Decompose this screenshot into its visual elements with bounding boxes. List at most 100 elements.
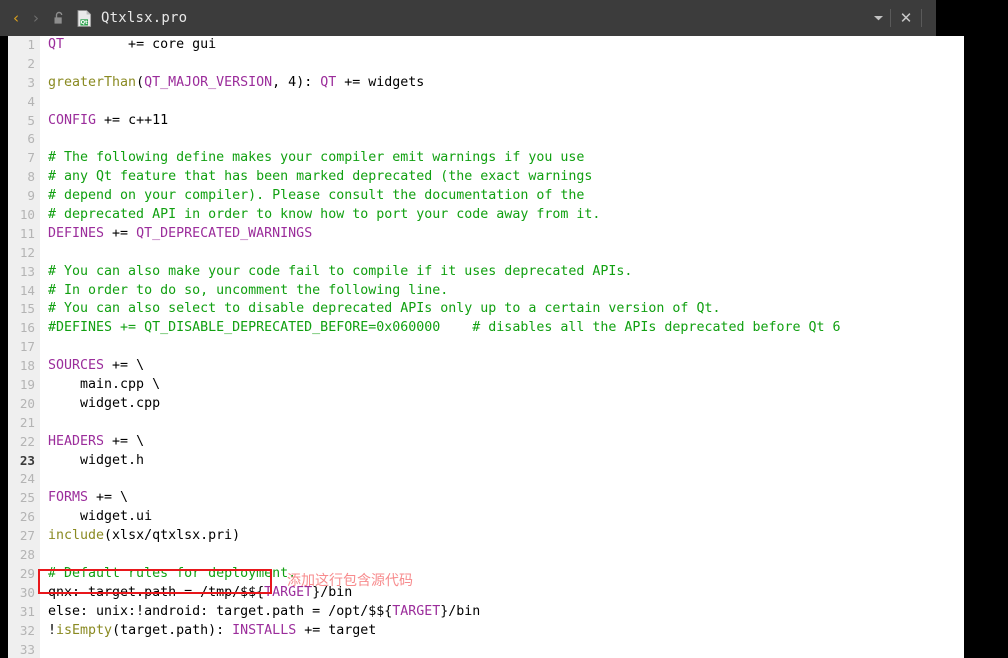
code-token: += widgets: [336, 74, 425, 90]
line-number: 14: [19, 282, 35, 298]
chevron-left-icon[interactable]: ‹: [6, 7, 26, 29]
code-line-text: # any Qt feature that has been marked de…: [48, 168, 592, 187]
code-line-text: HEADERS += \: [48, 433, 144, 452]
title-bar-spacer: [922, 0, 936, 36]
code-token: +=: [104, 225, 137, 241]
code-line[interactable]: 3 greaterThan(QT_MAJOR_VERSION, 4): QT +=…: [0, 74, 964, 93]
code-token: TARGET: [392, 603, 441, 619]
code-line-text: FORMS += \: [48, 489, 128, 508]
code-token: DEFINES: [48, 225, 105, 241]
line-number: 25: [19, 490, 35, 506]
code-line[interactable]: 31 else: unix:!android: target.path = /op…: [0, 603, 964, 622]
code-line[interactable]: 11 DEFINES += QT_DEPRECATED_WARNINGS: [0, 225, 964, 244]
line-number: 26: [19, 509, 35, 525]
code-token: (target.path):: [112, 622, 233, 638]
code-line[interactable]: 25 FORMS += \: [0, 489, 964, 508]
code-line[interactable]: 6: [0, 130, 964, 149]
code-line-text: SOURCES += \: [48, 357, 144, 376]
line-number: 5: [27, 112, 35, 128]
open-file-name: Qtxlsx.pro: [101, 10, 188, 26]
line-number: 32: [19, 622, 35, 638]
code-line[interactable]: 29 # Default rules for deployment.: [0, 565, 964, 584]
code-line-text: QT += core gui: [48, 36, 216, 55]
code-line[interactable]: 8 # any Qt feature that has been marked d…: [0, 168, 964, 187]
code-token: # any Qt feature that has been marked de…: [48, 169, 593, 185]
code-line[interactable]: 15 # You can also select to disable depre…: [0, 300, 964, 319]
code-line[interactable]: 7 # The following define makes your compi…: [0, 149, 964, 168]
code-token: CONFIG: [48, 112, 97, 128]
line-number: 1: [27, 37, 35, 52]
code-line[interactable]: 23 widget.h: [0, 452, 964, 471]
code-line-text: # deprecated API in order to know how to…: [48, 206, 600, 225]
code-line-text: include(xlsx/qtxlsx.pri): [48, 527, 240, 546]
line-number: 17: [19, 339, 35, 355]
code-token: # You can also select to disable depreca…: [48, 301, 721, 317]
code-line[interactable]: 22 HEADERS += \: [0, 433, 964, 452]
code-line[interactable]: 12: [0, 244, 964, 263]
code-line-text: greaterThan(QT_MAJOR_VERSION, 4): QT += …: [48, 74, 424, 93]
line-number: 23: [19, 452, 35, 468]
code-line[interactable]: 32 !isEmpty(target.path): INSTALLS += tar…: [0, 622, 964, 641]
code-editor-area[interactable]: 1 QT += core gui 2 3 greaterThan(QT_MAJOR_VE…: [0, 36, 964, 658]
code-line-text: #DEFINES += QT_DISABLE_DEPRECATED_BEFORE…: [48, 319, 841, 338]
code-line[interactable]: 18 SOURCES += \: [0, 357, 964, 376]
code-token: include: [48, 528, 105, 544]
code-token: widget.ui: [48, 509, 153, 525]
line-number: 22: [19, 433, 35, 449]
line-number: 20: [19, 395, 35, 411]
code-line[interactable]: 24: [0, 470, 964, 489]
line-number: 33: [19, 641, 35, 657]
svg-text:Qt: Qt: [80, 20, 88, 26]
code-line-text: # The following define makes your compil…: [48, 149, 584, 168]
qt-project-file-icon: Qt: [74, 7, 94, 29]
code-token: += \: [104, 358, 145, 374]
code-line[interactable]: 28: [0, 546, 964, 565]
code-token: widget.h: [48, 452, 145, 468]
editor-title-bar: ‹ › Qt Qtxlsx.pro ✕: [0, 0, 936, 36]
code-line-text: widget.ui: [48, 508, 152, 527]
code-line[interactable]: 1 QT += core gui: [0, 36, 964, 55]
code-token: INSTALLS: [232, 622, 297, 638]
title-bar-actions: ✕: [866, 0, 936, 36]
line-number: 16: [19, 320, 35, 336]
code-line[interactable]: 4: [0, 93, 964, 112]
code-token: else: unix:!android: target.path = /opt/…: [48, 603, 393, 619]
code-line[interactable]: 13 # You can also make your code fail to …: [0, 263, 964, 282]
close-x-icon[interactable]: ✕: [891, 0, 921, 36]
unlocked-padlock-icon[interactable]: [48, 7, 70, 29]
code-line-text: # depend on your compiler). Please consu…: [48, 187, 584, 206]
code-line[interactable]: 20 widget.cpp: [0, 395, 964, 414]
code-line[interactable]: 27 include(xlsx/qtxlsx.pri): [0, 527, 964, 546]
code-text-region[interactable]: 1 QT += core gui 2 3 greaterThan(QT_MAJOR_VE…: [0, 36, 964, 658]
code-token: += core gui: [64, 37, 217, 52]
code-line-text: else: unix:!android: target.path = /opt/…: [48, 603, 480, 622]
code-line[interactable]: 19 main.cpp \: [0, 376, 964, 395]
code-token: greaterThan: [48, 74, 137, 90]
code-token: QT_DEPRECATED_WARNINGS: [136, 225, 313, 241]
code-line[interactable]: 17: [0, 338, 964, 357]
code-token: QT_MAJOR_VERSION: [144, 74, 273, 90]
code-line[interactable]: 26 widget.ui: [0, 508, 964, 527]
chevron-down-icon[interactable]: [866, 0, 890, 36]
code-line[interactable]: 14 # In order to do so, uncomment the fol…: [0, 282, 964, 301]
code-line[interactable]: 2: [0, 55, 964, 74]
code-line[interactable]: 30 qnx: target.path = /tmp/$${TARGET}/bin: [0, 584, 964, 603]
code-line-text: # You can also make your code fail to co…: [48, 263, 632, 282]
code-line[interactable]: 5 CONFIG += c++11: [0, 112, 964, 131]
line-number: 27: [19, 528, 35, 544]
code-token: #DEFINES += QT_DISABLE_DEPRECATED_BEFORE…: [48, 320, 841, 336]
code-line-text: CONFIG += c++11: [48, 112, 168, 131]
code-line[interactable]: 10 # deprecated API in order to know how …: [0, 206, 964, 225]
code-line[interactable]: 16 #DEFINES += QT_DISABLE_DEPRECATED_BEFO…: [0, 319, 964, 338]
code-line[interactable]: 9 # depend on your compiler). Please cons…: [0, 187, 964, 206]
code-token: , 4):: [272, 74, 321, 90]
line-number: 8: [27, 169, 35, 185]
code-token: # depend on your compiler). Please consu…: [48, 188, 585, 204]
line-number: 24: [19, 471, 35, 487]
code-token: (: [136, 74, 145, 90]
line-number: 13: [19, 263, 35, 279]
code-line-text: DEFINES += QT_DEPRECATED_WARNINGS: [48, 225, 312, 244]
code-line[interactable]: 21: [0, 414, 964, 433]
code-line[interactable]: 33: [0, 641, 964, 658]
chevron-right-icon[interactable]: ›: [26, 7, 46, 29]
